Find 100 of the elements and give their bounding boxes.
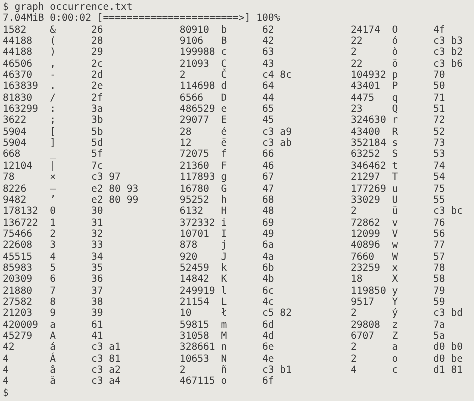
count-text: 22 — [350, 58, 363, 70]
hex-code-text: d1 81 — [434, 365, 464, 376]
count-text: 27582 — [3, 296, 32, 308]
hex-code-text: 7a — [434, 320, 446, 331]
hex-code-text: d0 be — [434, 354, 464, 365]
character-text: ý — [392, 308, 398, 320]
character-text: Č — [221, 70, 228, 82]
count-text: 420009 — [3, 320, 38, 331]
count-text: 95252 — [180, 194, 210, 206]
count-text: 14842 — [180, 274, 210, 286]
hex-code-text: 2e — [91, 81, 104, 92]
count-text: 2 — [350, 206, 357, 218]
character-text: N — [221, 354, 228, 365]
hex-code-text: 74 — [434, 160, 446, 172]
count-text: 119850 — [350, 286, 386, 297]
hex-code-text: 4f — [434, 24, 446, 36]
hex-code-text: 4e — [262, 354, 274, 365]
count-text: 249919 — [180, 286, 216, 297]
hex-code-text: 2c — [91, 58, 104, 70]
hex-code-text: c3 a2 — [91, 365, 121, 376]
character-text: 8 — [50, 296, 56, 308]
character-text: d — [221, 81, 228, 92]
count-text: 12 — [180, 138, 192, 150]
count-text: 42 — [3, 342, 15, 354]
count-text: 16780 — [180, 184, 210, 194]
count-text: 72862 — [350, 218, 380, 229]
count-text: 4 — [3, 354, 9, 365]
count-text: 486529 — [180, 104, 216, 116]
hex-code-text: 6c — [262, 286, 274, 297]
count-text: 31058 — [180, 330, 210, 342]
hex-code-text: d0 b0 — [434, 342, 464, 354]
count-text: 80910 — [180, 24, 210, 36]
character-text: ( — [50, 36, 56, 48]
character-text: Z — [392, 330, 398, 342]
hex-code-text: 71 — [434, 92, 446, 104]
character-text: b — [221, 24, 228, 36]
hex-code-text: 3a — [91, 104, 104, 116]
character-text: - — [50, 70, 56, 82]
count-text: 2 — [350, 354, 357, 365]
prompt-text: $ — [3, 388, 9, 399]
character-text: X — [392, 274, 398, 286]
character-text: U — [392, 194, 398, 206]
count-text: 117893 — [180, 172, 216, 184]
character-text: . — [50, 81, 56, 92]
character-text: p — [392, 70, 398, 82]
character-text: T — [392, 172, 398, 184]
character-text: w — [392, 240, 398, 252]
count-text: 199988 — [180, 47, 216, 58]
count-text: 163299 — [3, 104, 38, 116]
count-text: 114698 — [180, 81, 216, 92]
count-text: 29077 — [180, 115, 210, 126]
count-text: 18 — [350, 274, 363, 286]
hex-code-text: 77 — [434, 240, 446, 252]
hex-code-text: c3 b6 — [434, 58, 464, 70]
count-text: 352184 — [350, 138, 386, 150]
hex-code-text: c3 ab — [262, 138, 292, 150]
character-text: a — [50, 320, 56, 331]
hex-code-text: 75 — [434, 184, 446, 194]
count-text: 21154 — [180, 296, 210, 308]
count-text: 45515 — [3, 252, 32, 263]
character-text: : — [50, 104, 56, 116]
hex-code-text: 52 — [434, 126, 446, 138]
character-text: 7 — [50, 286, 56, 297]
character-text: z — [392, 320, 398, 331]
character-text: D — [221, 92, 228, 104]
character-text: 5 — [50, 262, 56, 274]
count-text: 3622 — [3, 115, 27, 126]
character-text: j — [221, 240, 228, 252]
hex-code-text: 35 — [91, 262, 104, 274]
hex-code-text: 65 — [262, 104, 274, 116]
hex-code-text: 66 — [262, 149, 274, 160]
hex-code-text: 6f — [262, 376, 274, 388]
count-text: 920 — [180, 252, 198, 263]
character-text: y — [392, 286, 398, 297]
character-text: 6 — [50, 274, 56, 286]
count-text: 10 — [180, 308, 192, 320]
hex-code-text: 45 — [262, 115, 274, 126]
character-text: m — [221, 320, 228, 331]
character-text: а — [392, 342, 398, 354]
count-text: 20309 — [3, 274, 32, 286]
hex-code-text: 26 — [91, 24, 104, 36]
count-text: 2 — [180, 365, 186, 376]
count-text: 21880 — [3, 286, 32, 297]
character-text: , — [50, 58, 56, 70]
character-text: W — [392, 252, 398, 263]
hex-code-text: 49 — [262, 228, 274, 240]
character-text: O — [392, 24, 398, 36]
hex-code-text: 63 — [262, 47, 274, 58]
character-text: [ — [50, 126, 56, 138]
hex-code-text: c3 b1 — [262, 365, 292, 376]
hex-code-text: 4a — [262, 252, 274, 263]
character-text: é — [221, 126, 228, 138]
character-text: с — [392, 365, 398, 376]
character-text: x — [392, 262, 398, 274]
count-text: 4 — [3, 376, 9, 388]
character-text: ö — [392, 58, 398, 70]
hex-code-text: c3 bd — [434, 308, 464, 320]
hex-code-text: 62 — [262, 24, 274, 36]
hex-code-text: c3 b2 — [434, 47, 464, 58]
count-text: 40896 — [350, 240, 380, 252]
